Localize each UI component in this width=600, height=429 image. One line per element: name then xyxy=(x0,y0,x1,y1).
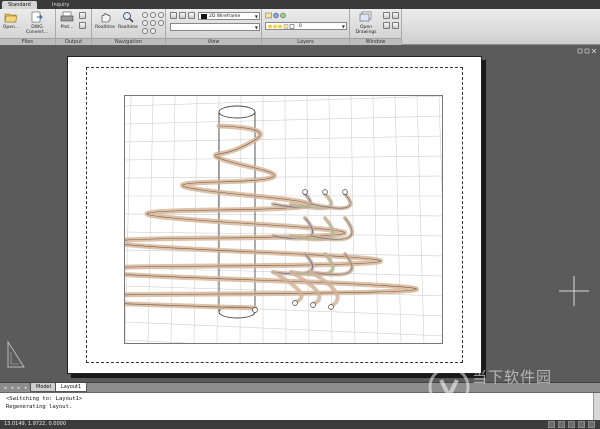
status-toggle-icon[interactable] xyxy=(578,421,585,428)
plot-button[interactable]: Plot... xyxy=(58,11,76,31)
chevron-down-icon: ▼ xyxy=(254,14,258,19)
realtime-zoom-button[interactable]: Realtime xyxy=(117,11,139,31)
files-panel-title: Files xyxy=(0,38,55,45)
open-drawings-button[interactable]: Open Drawings xyxy=(352,11,380,36)
open-drawings-icon xyxy=(359,11,372,22)
tab-layout1[interactable]: Layout1 xyxy=(55,383,88,392)
layer-name: 0 xyxy=(299,24,302,29)
layout-tab-bar: ◂ ◂ ▸ ▸ Model Layout1 xyxy=(0,382,600,392)
realtime-zoom-label: Realtime xyxy=(118,24,138,30)
publish-icon[interactable] xyxy=(79,22,86,29)
cascade-icon[interactable] xyxy=(383,12,390,19)
command-scrollbar[interactable] xyxy=(593,393,600,421)
pan-hand-icon xyxy=(101,12,111,23)
tile-horizontal-icon[interactable] xyxy=(392,12,399,19)
command-history-line: Regenerating layout. xyxy=(6,404,73,410)
coordinate-readout: 13.0149, 1.9722, 0.0000 xyxy=(4,421,67,427)
dwg-convert-button[interactable]: DWG Convert... xyxy=(20,11,54,36)
tile-vertical-icon[interactable] xyxy=(383,22,390,29)
command-history-line: <Switching to: Layout1> xyxy=(6,396,83,402)
navigation-panel-title: Navigation xyxy=(92,38,165,45)
visual-style-value: 2D Wireframe xyxy=(209,14,241,19)
next-tab-icon[interactable]: ▸ xyxy=(16,385,22,391)
ribbon: Open... DWG Convert... Files Plot... Out… xyxy=(0,9,600,45)
zoom-tools-icon[interactable] xyxy=(141,11,165,35)
tab-model[interactable]: Model xyxy=(30,383,58,392)
layers-panel-title: Layers xyxy=(262,38,349,45)
layer-select[interactable]: 0 ▼ xyxy=(265,22,347,30)
command-window[interactable]: <Switching to: Layout1> Regenerating lay… xyxy=(0,392,600,421)
status-toggle-icon[interactable] xyxy=(558,421,565,428)
layout-viewport[interactable] xyxy=(124,95,443,344)
printer-icon xyxy=(60,11,74,22)
open-button[interactable]: Open... xyxy=(2,11,20,31)
layer-tools-icon[interactable] xyxy=(265,12,289,19)
drawing-workspace[interactable] xyxy=(0,46,600,382)
open-drawings-label: Open Drawings xyxy=(355,24,377,35)
window-panel-title: Window xyxy=(350,38,401,45)
output-panel-title: Output xyxy=(56,38,91,45)
window-controls-icon[interactable] xyxy=(577,48,597,54)
view-cube-icon[interactable] xyxy=(179,12,186,19)
ribbon-tab-bar: Standard Inquiry xyxy=(0,0,600,9)
status-bar: 13.0149, 1.9722, 0.0000 xyxy=(0,420,600,429)
window-panel: Open Drawings Window xyxy=(350,9,402,45)
output-panel: Plot... Output xyxy=(56,9,92,45)
view-select[interactable]: ▼ xyxy=(170,23,260,31)
chevron-down-icon: ▼ xyxy=(254,25,258,30)
drawing-canvas xyxy=(125,96,442,343)
helix-cylinder xyxy=(125,105,419,319)
page-setup-icon[interactable] xyxy=(79,12,86,19)
plot-label: Plot... xyxy=(60,24,74,30)
navigation-panel: Realtime Realtime Navigation xyxy=(92,9,166,45)
crosshair-cursor-icon xyxy=(559,276,589,306)
named-views-icon[interactable] xyxy=(170,12,177,19)
status-toggle-icon[interactable] xyxy=(548,421,555,428)
wireframe-swatch-icon xyxy=(201,14,207,19)
tab-inquiry[interactable]: Inquiry xyxy=(46,1,75,9)
dwg-convert-label: DWG Convert... xyxy=(25,24,49,35)
render-icon[interactable] xyxy=(188,12,195,19)
chevron-down-icon: ▼ xyxy=(341,24,345,29)
layer-state-icons xyxy=(268,24,295,29)
visual-style-select[interactable]: 2D Wireframe ▼ xyxy=(198,12,260,20)
ucs-icon xyxy=(7,340,25,368)
view-panel: 2D Wireframe ▼ ▼ View xyxy=(166,9,262,45)
layers-panel: 0 ▼ Layers xyxy=(262,9,350,45)
tab-standard[interactable]: Standard xyxy=(2,1,37,9)
dwg-convert-icon xyxy=(31,11,43,23)
realtime-pan-label: Realtime xyxy=(95,24,115,30)
open-label: Open... xyxy=(2,24,20,30)
status-toggle-icon[interactable] xyxy=(568,421,575,428)
folder-open-icon xyxy=(4,13,18,23)
view-panel-title: View xyxy=(166,38,261,45)
arrange-icons-icon[interactable] xyxy=(392,22,399,29)
prev-tab-icon[interactable]: ◂ xyxy=(9,385,15,391)
last-tab-icon[interactable]: ▸ xyxy=(23,385,29,391)
realtime-pan-button[interactable]: Realtime xyxy=(94,11,116,31)
paper-sheet xyxy=(67,56,482,374)
zoom-magnifier-icon xyxy=(123,12,134,23)
status-toggle-icon[interactable] xyxy=(588,421,595,428)
files-panel: Open... DWG Convert... Files xyxy=(0,9,56,45)
first-tab-icon[interactable]: ◂ xyxy=(2,385,8,391)
